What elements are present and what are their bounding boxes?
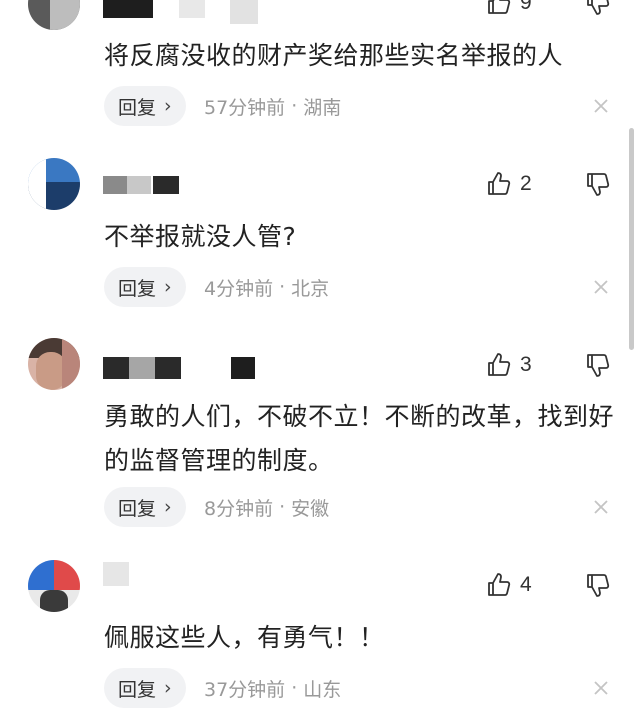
meta-separator: · <box>291 95 298 117</box>
username-redacted[interactable] <box>103 562 133 586</box>
scrollbar[interactable] <box>629 128 634 350</box>
like-count: 4 <box>520 573 532 596</box>
close-icon[interactable] <box>591 96 611 120</box>
comment-time: 57分钟前 <box>204 96 286 119</box>
close-icon[interactable] <box>591 497 611 521</box>
reply-label: 回复 <box>118 678 157 701</box>
chevron-right-icon: › <box>164 677 172 699</box>
like-group[interactable]: 4 <box>486 572 532 598</box>
comment-time: 8分钟前 <box>204 497 274 520</box>
username-redacted[interactable] <box>103 357 263 379</box>
thumbs-up-icon[interactable] <box>486 171 512 197</box>
reply-button[interactable]: 回复 › <box>104 487 186 527</box>
chevron-right-icon: › <box>164 95 172 117</box>
comment-time: 37分钟前 <box>204 678 286 701</box>
avatar[interactable] <box>28 0 80 30</box>
thumbs-down-icon[interactable] <box>585 171 611 197</box>
like-group[interactable]: 9 <box>486 0 532 16</box>
avatar[interactable] <box>28 158 80 210</box>
reply-label: 回复 <box>118 277 157 300</box>
comment-meta: 4分钟前 · 北京 <box>204 267 329 307</box>
comment-text: 不举报就没人管? <box>104 222 297 251</box>
meta-separator: · <box>279 276 286 298</box>
comment-time: 4分钟前 <box>204 277 274 300</box>
close-icon[interactable] <box>591 277 611 301</box>
thumbs-up-icon[interactable] <box>486 0 512 16</box>
username-redacted[interactable] <box>103 176 183 194</box>
chevron-right-icon: › <box>164 496 172 518</box>
chevron-right-icon: › <box>164 276 172 298</box>
thumbs-down-icon[interactable] <box>585 572 611 598</box>
username-redacted[interactable] <box>103 0 263 24</box>
comment-meta: 57分钟前 · 湖南 <box>204 86 341 126</box>
reply-button[interactable]: 回复 › <box>104 86 186 126</box>
reply-label: 回复 <box>118 96 157 119</box>
comment-text: 勇敢的人们，不破不立！不断的改革，找到好的监督管理的制度。 <box>104 402 615 475</box>
thumbs-down-icon[interactable] <box>585 352 611 378</box>
reply-button[interactable]: 回复 › <box>104 668 186 708</box>
thumbs-up-icon[interactable] <box>486 572 512 598</box>
comment-meta: 37分钟前 · 山东 <box>204 668 341 708</box>
meta-separator: · <box>291 677 298 699</box>
like-count: 2 <box>520 172 532 195</box>
like-count: 3 <box>520 353 532 376</box>
comment-location: 北京 <box>291 277 330 300</box>
close-icon[interactable] <box>591 678 611 702</box>
comment-meta: 8分钟前 · 安徽 <box>204 487 329 527</box>
avatar[interactable] <box>28 338 80 390</box>
comment-text: 将反腐没收的财产奖给那些实名举报的人 <box>104 41 564 70</box>
avatar[interactable] <box>28 560 80 612</box>
comment-location: 湖南 <box>303 96 342 119</box>
like-group[interactable]: 3 <box>486 352 532 378</box>
comment-location: 山东 <box>303 678 342 701</box>
like-count: 9 <box>520 0 532 14</box>
reply-button[interactable]: 回复 › <box>104 267 186 307</box>
comment-text: 佩服这些人，有勇气！！ <box>104 623 385 652</box>
comment-location: 安徽 <box>291 497 330 520</box>
meta-separator: · <box>279 496 286 518</box>
thumbs-up-icon[interactable] <box>486 352 512 378</box>
thumbs-down-icon[interactable] <box>585 0 611 16</box>
like-group[interactable]: 2 <box>486 171 532 197</box>
reply-label: 回复 <box>118 497 157 520</box>
